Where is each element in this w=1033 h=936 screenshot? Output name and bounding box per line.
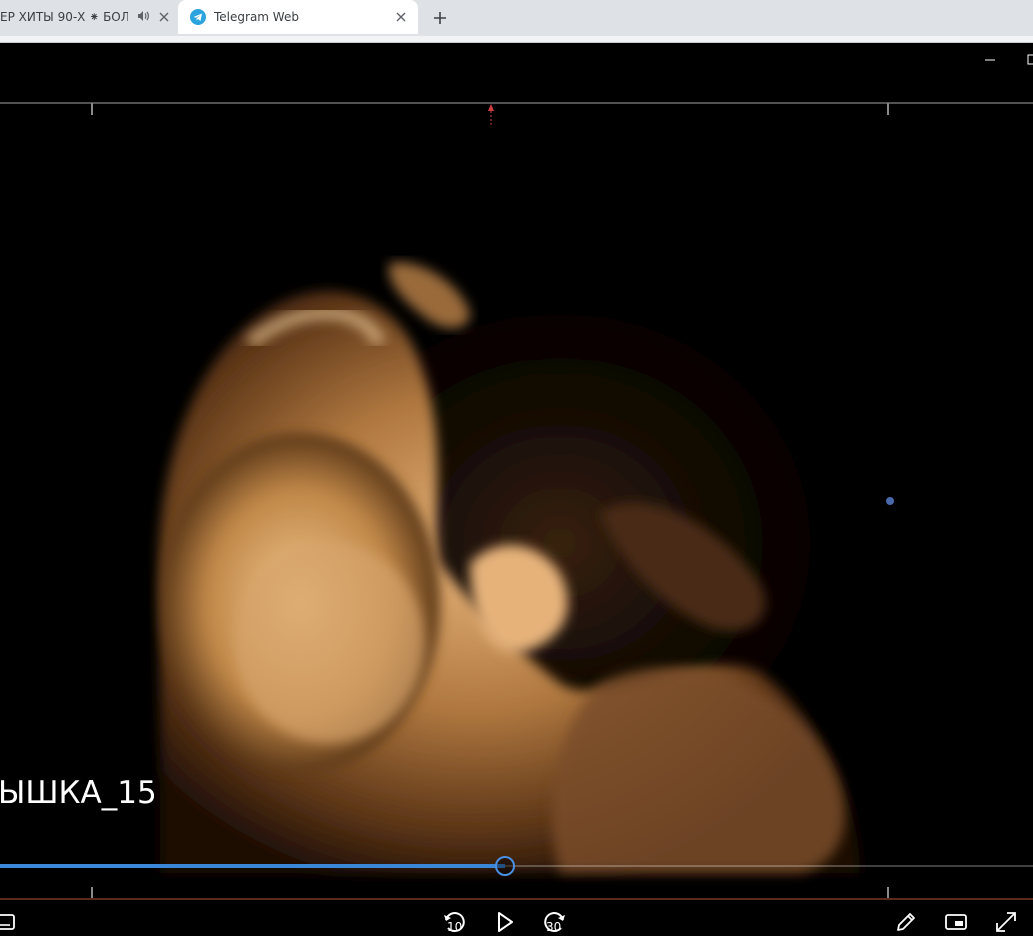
play-icon <box>498 912 513 932</box>
minimize-icon[interactable] <box>982 53 998 67</box>
telegram-icon <box>190 9 206 25</box>
audio-icon[interactable] <box>137 10 149 22</box>
tab-telegram[interactable]: Telegram Web <box>178 0 418 34</box>
media-viewer: ЫШКА_15 10 30 <box>0 43 1033 936</box>
tab-music[interactable]: ЕР ХИТЫ 90-Х ⁕ БОЛЬШ <box>0 0 176 34</box>
player-controls: 10 30 <box>0 901 1033 936</box>
browser-toolbar-edge <box>0 36 1033 43</box>
forward-30-button[interactable]: 30 <box>542 909 568 935</box>
progress-fill <box>0 864 505 868</box>
captions-icon[interactable] <box>0 909 18 935</box>
plus-icon <box>434 12 446 24</box>
progress-handle[interactable] <box>495 856 515 876</box>
rewind-10-button[interactable]: 10 <box>441 909 467 935</box>
ultrasound-image <box>158 213 920 873</box>
video-caption: ЫШКА_15 <box>0 775 157 811</box>
pip-icon[interactable] <box>943 909 969 935</box>
close-icon[interactable] <box>393 9 409 25</box>
play-button[interactable] <box>492 909 518 935</box>
new-tab-button[interactable] <box>428 6 452 30</box>
pencil-icon[interactable] <box>893 909 919 935</box>
tab-title: ЕР ХИТЫ 90-Х ⁕ БОЛЬШ <box>0 10 128 24</box>
tab-strip: ЕР ХИТЫ 90-Х ⁕ БОЛЬШ Telegram Web <box>0 0 1033 36</box>
fullscreen-icon[interactable] <box>993 909 1019 935</box>
rewind-seconds-label: 10 <box>447 920 463 934</box>
tab-title: Telegram Web <box>214 10 299 24</box>
forward-seconds-label: 30 <box>546 920 562 934</box>
maximize-icon[interactable] <box>1026 53 1033 67</box>
close-icon[interactable] <box>156 9 172 25</box>
